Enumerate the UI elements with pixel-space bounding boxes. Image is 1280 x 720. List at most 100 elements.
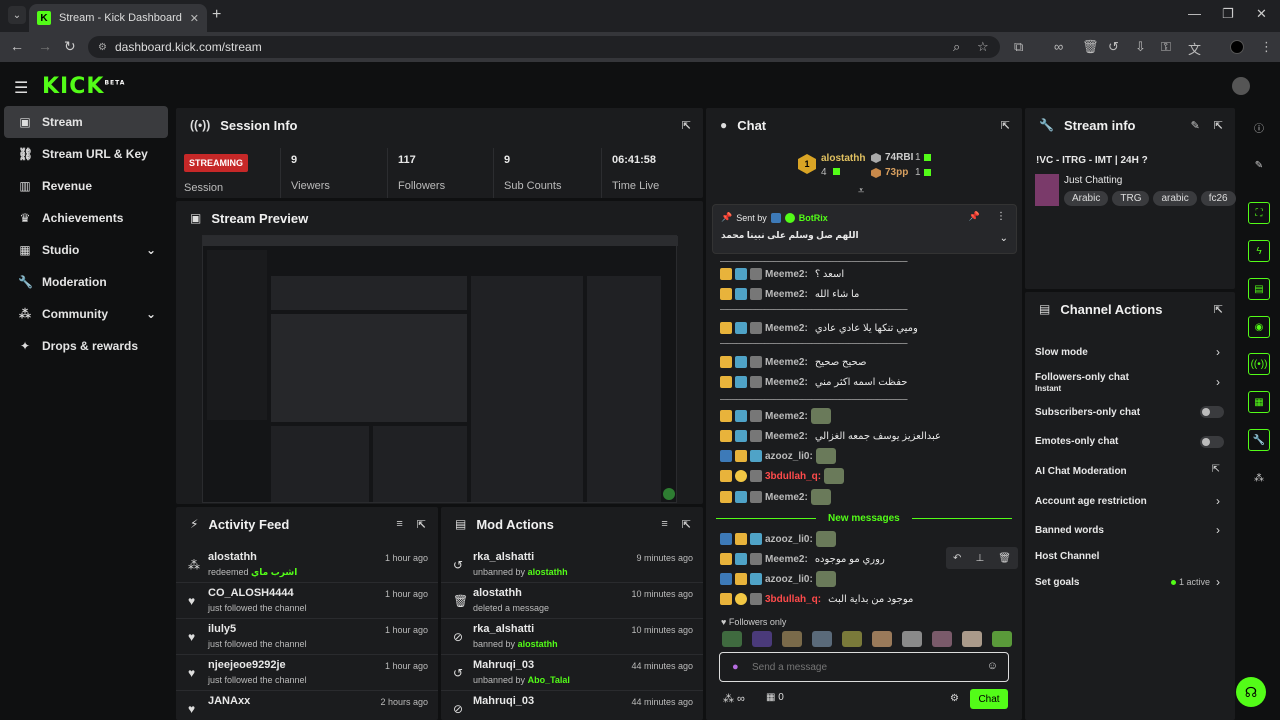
translate-icon[interactable]: 文 [1188, 39, 1201, 58]
user-name[interactable]: rka_alshatti [473, 623, 534, 635]
chat-username[interactable]: Meeme2: [765, 377, 808, 388]
emote-icon[interactable] [782, 631, 802, 647]
subs-only-toggle[interactable] [1200, 406, 1224, 418]
chat-username[interactable]: azooz_li0: [765, 574, 813, 585]
history-icon[interactable]: ↺ [1108, 39, 1119, 55]
emote-icon[interactable] [932, 631, 952, 647]
reload-icon[interactable]: ↻ [64, 38, 76, 55]
chat-message[interactable]: Meeme2: اسعد ؟ [720, 265, 844, 283]
slow-mode-label[interactable]: Slow mode [1035, 347, 1088, 358]
chat-input[interactable] [752, 659, 972, 675]
gifter-1-name[interactable]: alostathh [821, 153, 865, 164]
user-name[interactable]: JANAxx [208, 695, 250, 707]
sidebar-item-revenue[interactable]: ▥ Revenue [4, 170, 168, 202]
chat-username[interactable]: Meeme2: [765, 411, 808, 422]
site-info-icon[interactable]: ⚙ [98, 42, 107, 53]
set-goals-label[interactable]: Set goals [1035, 577, 1079, 588]
edit-pencil-icon[interactable]: ✎ [1248, 154, 1270, 176]
sidebar-item-drops-rewards[interactable]: ✦ Drops & rewards [4, 330, 168, 362]
bookmark-star-icon[interactable]: ☆ [977, 39, 989, 55]
user-name[interactable]: Mahruqi_03 [473, 659, 534, 671]
chat-message[interactable]: Meeme2: [720, 488, 831, 506]
user-name[interactable]: Mahruqi_03 [473, 695, 534, 707]
emote-icon[interactable] [842, 631, 862, 647]
chevron-right-icon[interactable]: › [1216, 494, 1220, 508]
unpin-icon[interactable]: 📌 [969, 211, 980, 222]
user-name[interactable]: iluly5 [208, 623, 236, 635]
pinned-message[interactable]: 📌 Sent by BotRix اللهم صل وسلم على نبينا… [712, 204, 1017, 254]
popout-icon[interactable]: ⇱ [1001, 119, 1010, 132]
edit-icon[interactable]: ✎ [1191, 119, 1200, 132]
clip-icon[interactable]: ⛶ [1248, 202, 1270, 224]
user-name[interactable]: rka_alshatti [473, 551, 534, 563]
wrench-rail-icon[interactable]: 🔧 [1248, 429, 1270, 451]
host-channel-label[interactable]: Host Channel [1035, 551, 1099, 562]
kick-logo[interactable]: KICKBETA [42, 74, 125, 99]
chat-username[interactable]: Meeme2: [765, 554, 808, 565]
close-tab-icon[interactable]: ✕ [190, 12, 199, 25]
chat-message[interactable]: Meeme2: صحيح صحيح [720, 353, 866, 371]
chevron-right-icon[interactable]: › [1216, 575, 1220, 589]
emote-icon[interactable] [962, 631, 982, 647]
download-icon[interactable]: ⇩ [1135, 39, 1146, 55]
infinity-points-icon[interactable]: ⁂ ∞ [723, 692, 745, 705]
help-headset-icon[interactable]: ☊ [1236, 677, 1266, 707]
popout-icon[interactable]: ⇱ [682, 518, 691, 531]
forward-icon[interactable]: → [38, 38, 52, 54]
browser-tab[interactable]: K Stream - Kick Dashboard ✕ [29, 4, 207, 32]
chat-rail-icon[interactable]: ◉ [1248, 316, 1270, 338]
document-icon[interactable]: ▤ [1248, 278, 1270, 300]
chat-username[interactable]: Meeme2: [765, 269, 808, 280]
chat-message[interactable]: 3bdullah_q: موجود من بداية البث [720, 590, 913, 608]
emote-icon[interactable] [722, 631, 742, 647]
user-name[interactable]: alostathh [473, 587, 522, 599]
url-bar[interactable]: ⚙ dashboard.kick.com/stream [88, 36, 1000, 58]
moderator-name[interactable]: alostathh [518, 639, 558, 649]
chevron-down-icon[interactable]: ⌄ [146, 307, 156, 321]
gifter-3-name[interactable]: 73pp [885, 167, 908, 178]
profile-icon[interactable] [1230, 40, 1244, 54]
pin-message-icon[interactable]: ⊥ [975, 553, 984, 564]
chat-message[interactable]: Meeme2: ما شاء الله [720, 285, 859, 303]
age-restriction-label[interactable]: Account age restriction [1035, 496, 1147, 507]
back-icon[interactable]: ← [10, 38, 24, 54]
followers-only-label[interactable]: Followers-only chat [1035, 372, 1129, 383]
gifter-2-name[interactable]: 74RBI [885, 152, 913, 163]
chat-username[interactable]: Meeme2: [765, 492, 808, 503]
emote-icon[interactable] [902, 631, 922, 647]
chevron-right-icon[interactable]: › [1216, 375, 1220, 389]
chat-message[interactable]: azooz_li0: [720, 447, 836, 465]
sidebar-item-moderation[interactable]: 🔧 Moderation [4, 266, 168, 298]
tab-search-icon[interactable]: ⌄ [8, 6, 26, 24]
chat-message[interactable]: Meeme2: عبدالعزيز يوسف جمعه الغزالي [720, 427, 941, 445]
new-messages-label[interactable]: New messages [828, 513, 900, 524]
broadcast-rail-icon[interactable]: ((•)) [1248, 353, 1270, 375]
chevron-right-icon[interactable]: › [1216, 345, 1220, 359]
chat-username[interactable]: Meeme2: [765, 323, 808, 334]
collapse-leaderboard-icon[interactable]: ⩡ [858, 185, 864, 198]
reply-icon[interactable]: ↶ [953, 553, 961, 564]
trash-ext-icon[interactable]: 🗑 [1082, 39, 1099, 55]
zoom-icon[interactable]: ⌕ [953, 39, 960, 55]
emoji-icon[interactable]: ☺ [987, 660, 998, 672]
pinned-more-icon[interactable]: ⋮ [996, 211, 1006, 222]
sidebar-item-studio[interactable]: ▦ Studio ⌄ [4, 234, 168, 266]
popout-icon[interactable]: ⇱ [1214, 303, 1223, 316]
emote-icon[interactable] [872, 631, 892, 647]
minimize-icon[interactable]: — [1188, 6, 1201, 21]
chat-message[interactable]: azooz_li0: [720, 570, 836, 588]
chevron-down-icon[interactable]: ⌄ [146, 243, 156, 257]
user-name[interactable]: CO_ALOSH4444 [208, 587, 294, 599]
sidebar-item-community[interactable]: ⁂ Community ⌄ [4, 298, 168, 330]
banned-words-label[interactable]: Banned words [1035, 525, 1104, 536]
moderator-name[interactable]: Abo_Talal [528, 675, 570, 685]
info-icon[interactable]: ⓘ [1248, 116, 1270, 138]
hamburger-menu-icon[interactable]: ☰ [14, 78, 28, 98]
popout-icon[interactable]: ⇱ [1214, 119, 1223, 132]
emote-icon[interactable] [812, 631, 832, 647]
external-link-icon[interactable]: ⇱ [1212, 464, 1220, 475]
popout-icon[interactable]: ⇱ [417, 518, 426, 531]
user-name[interactable]: alostathh [208, 551, 257, 563]
user-avatar[interactable] [1232, 77, 1250, 95]
sidebar-item-stream[interactable]: ▣ Stream [4, 106, 168, 138]
